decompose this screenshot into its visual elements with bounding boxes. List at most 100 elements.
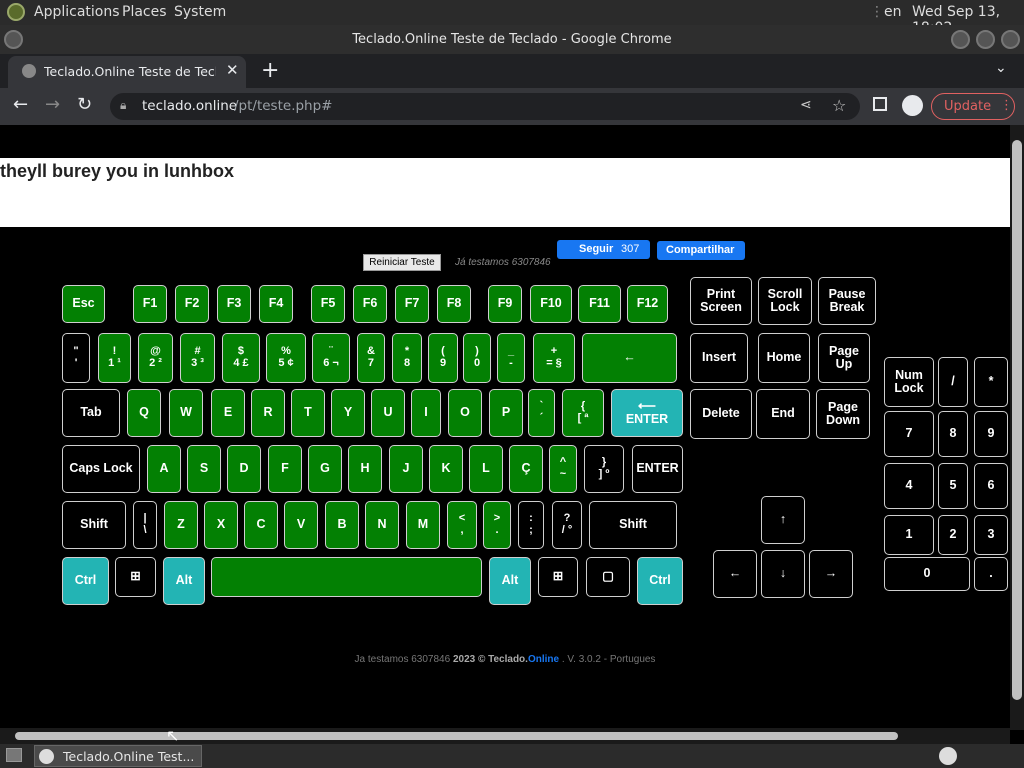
menu-places[interactable]: Places — [122, 4, 167, 20]
taskbar-window-item[interactable]: Teclado.Online Test... — [34, 745, 202, 767]
key-s[interactable]: S — [187, 445, 221, 493]
key-?-/-°[interactable]: ? / ° — [552, 501, 582, 549]
key-insert[interactable]: Insert — [690, 333, 748, 383]
key-@-2-²[interactable]: @ 2 ² — [138, 333, 173, 383]
key-i[interactable]: I — [411, 389, 441, 437]
key-m[interactable]: M — [406, 501, 440, 549]
key-scroll-lock[interactable]: Scroll Lock — [758, 277, 812, 325]
vertical-scroll-thumb[interactable] — [1012, 140, 1022, 700]
key-:-;[interactable]: : ; — [518, 501, 544, 549]
key-d[interactable]: D — [227, 445, 261, 493]
key-l[interactable]: L — [469, 445, 503, 493]
key-⊞[interactable]: ⊞ — [538, 557, 578, 597]
key-%-5-¢[interactable]: % 5 ¢ — [266, 333, 306, 383]
key-"-'[interactable]: " ' — [62, 333, 90, 383]
key-page-up[interactable]: Page Up — [818, 333, 870, 383]
key-y[interactable]: Y — [331, 389, 365, 437]
key-_--[interactable]: _ - — [497, 333, 525, 383]
key-f10[interactable]: F10 — [530, 285, 572, 323]
key-g[interactable]: G — [308, 445, 342, 493]
key-delete[interactable]: Delete — [690, 389, 752, 439]
bookmark-star-icon[interactable]: ☆ — [832, 96, 846, 115]
footer-brand[interactable]: Online — [528, 654, 559, 665]
key-u[interactable]: U — [371, 389, 405, 437]
key-w[interactable]: W — [169, 389, 203, 437]
key-8[interactable]: 8 — [938, 411, 968, 457]
reload-icon[interactable]: ↻ — [77, 94, 92, 115]
horizontal-scroll-thumb[interactable] — [15, 732, 898, 740]
key-f1[interactable]: F1 — [133, 285, 167, 323]
key-⟵-enter[interactable]: ⟵ ENTER — [611, 389, 683, 437]
window-menu-icon[interactable] — [4, 30, 23, 49]
key-ç[interactable]: Ç — [509, 445, 543, 493]
key-{-[-ª[interactable]: { [ ª — [562, 389, 604, 437]
key-*[interactable]: * — [974, 357, 1008, 407]
keyboard-layout-indicator[interactable]: en — [884, 4, 902, 20]
key-#-3-³[interactable]: # 3 ³ — [180, 333, 215, 383]
kebab-menu-icon[interactable]: ⋮ — [1000, 98, 1013, 113]
minimize-icon[interactable] — [951, 30, 970, 49]
address-bar[interactable]: 🔒︎ teclado.online /pt/teste.php# ⋖ ☆ — [110, 93, 860, 120]
key-<-,[interactable]: < , — [447, 501, 477, 549]
key-alt[interactable]: Alt — [489, 557, 531, 605]
key-f4[interactable]: F4 — [259, 285, 293, 323]
key-a[interactable]: A — [147, 445, 181, 493]
key-tab[interactable]: Tab — [62, 389, 120, 437]
key-`-´[interactable]: ` ´ — [528, 389, 555, 437]
key-f11[interactable]: F11 — [578, 285, 621, 323]
key-f3[interactable]: F3 — [217, 285, 251, 323]
key-.[interactable]: . — [974, 557, 1008, 591]
key-h[interactable]: H — [348, 445, 382, 493]
key-pause-break[interactable]: Pause Break — [818, 277, 876, 325]
key-alt[interactable]: Alt — [163, 557, 205, 605]
key-9[interactable]: 9 — [974, 411, 1008, 457]
key-*-8[interactable]: * 8 — [392, 333, 422, 383]
key-/[interactable]: / — [938, 357, 968, 407]
key-end[interactable]: End — [756, 389, 810, 439]
key-5[interactable]: 5 — [938, 463, 968, 509]
key-z[interactable]: Z — [164, 501, 198, 549]
key-↑[interactable]: ↑ — [761, 496, 805, 544]
key-6[interactable]: 6 — [974, 463, 1008, 509]
key-enter[interactable]: ENTER — [632, 445, 683, 493]
key-(-9[interactable]: ( 9 — [428, 333, 458, 383]
key-home[interactable]: Home — [758, 333, 810, 383]
key-¨-6-¬[interactable]: ¨ 6 ¬ — [312, 333, 350, 383]
key-3[interactable]: 3 — [974, 515, 1008, 555]
key-esc[interactable]: Esc — [62, 285, 105, 323]
key-f9[interactable]: F9 — [488, 285, 522, 323]
key-2[interactable]: 2 — [938, 515, 968, 555]
close-window-icon[interactable] — [1001, 30, 1020, 49]
key-→[interactable]: → — [809, 550, 853, 598]
browser-tab[interactable]: Teclado.Online Teste de Tecla ✕ — [8, 56, 246, 88]
maximize-icon[interactable] — [976, 30, 995, 49]
tab-search-chevron-icon[interactable]: ⌄ — [995, 60, 1007, 76]
key-⊞[interactable]: ⊞ — [115, 557, 156, 597]
key-$-4-£[interactable]: $ 4 £ — [222, 333, 260, 383]
key-n[interactable]: N — [365, 501, 399, 549]
update-button[interactable]: Update ⋮ — [931, 93, 1015, 120]
key-f[interactable]: F — [268, 445, 302, 493]
key-caps-lock[interactable]: Caps Lock — [62, 445, 140, 493]
key-space[interactable] — [211, 557, 482, 597]
key-t[interactable]: T — [291, 389, 325, 437]
key-e[interactable]: E — [211, 389, 245, 437]
key-print-screen[interactable]: Print Screen — [690, 277, 752, 325]
key-j[interactable]: J — [389, 445, 423, 493]
key-←[interactable]: ← — [582, 333, 677, 383]
key->-.[interactable]: > . — [483, 501, 511, 549]
tab-close-icon[interactable]: ✕ — [226, 61, 239, 79]
key-4[interactable]: 4 — [884, 463, 934, 509]
key-7[interactable]: 7 — [884, 411, 934, 457]
key-f6[interactable]: F6 — [353, 285, 387, 323]
key-c[interactable]: C — [244, 501, 278, 549]
profile-avatar-icon[interactable] — [902, 95, 923, 116]
key-v[interactable]: V — [284, 501, 318, 549]
key-+-=-§[interactable]: + = § — [533, 333, 575, 383]
key-p[interactable]: P — [489, 389, 523, 437]
menu-system[interactable]: System — [174, 4, 226, 20]
key-o[interactable]: O — [448, 389, 482, 437]
key-shift[interactable]: Shift — [62, 501, 126, 549]
key-1[interactable]: 1 — [884, 515, 934, 555]
menu-applications[interactable]: Applications — [34, 4, 120, 20]
